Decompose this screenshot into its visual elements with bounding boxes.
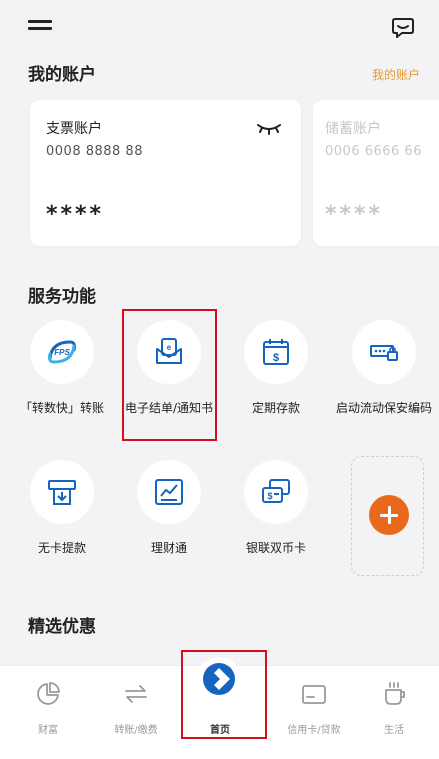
service-wealth-connect[interactable]: 理财通 bbox=[115, 460, 223, 557]
nav-item-credit-card-loan[interactable]: 信用卡/贷款 bbox=[270, 666, 358, 741]
fps-icon: FPS bbox=[30, 320, 94, 384]
hamburger-menu-icon[interactable] bbox=[28, 20, 52, 34]
time-deposit-icon: $ bbox=[244, 320, 308, 384]
nav-item-lifestyle[interactable]: 生活 bbox=[350, 666, 438, 741]
service-label: 银联双币卡 bbox=[245, 541, 306, 555]
svg-text:$: $ bbox=[267, 491, 272, 501]
account-balance: **** bbox=[46, 202, 105, 227]
svg-text:$: $ bbox=[273, 352, 279, 364]
account-balance: **** bbox=[325, 202, 384, 227]
nav-label: 生活 bbox=[384, 725, 404, 736]
account-card-current[interactable]: 支票账户 0008 8888 88 **** bbox=[30, 100, 301, 246]
security-code-icon bbox=[352, 320, 416, 384]
top-bar bbox=[0, 0, 439, 50]
account-name: 储蓄账户 bbox=[325, 121, 381, 137]
service-cardless-withdrawal[interactable]: 无卡提款 bbox=[8, 460, 116, 557]
app-screen: 我的账户 我的账户 支票账户 0008 8888 88 **** 储蓄账户 00… bbox=[0, 0, 439, 759]
service-mobile-security-code[interactable]: 启动流动保安编码 bbox=[330, 320, 438, 417]
account-number: 0008 8888 88 bbox=[46, 144, 143, 159]
hide-balance-eye-icon[interactable] bbox=[256, 120, 282, 135]
account-card-savings[interactable]: 储蓄账户 0006 6666 66 **** bbox=[313, 100, 439, 246]
chat-bubble-icon[interactable] bbox=[391, 16, 415, 40]
wealth-connect-icon bbox=[137, 460, 201, 524]
account-number: 0006 6666 66 bbox=[325, 144, 422, 159]
service-label: 理财通 bbox=[150, 541, 187, 555]
service-label: 启动流动保安编码 bbox=[335, 401, 432, 415]
nav-label: 转账/缴费 bbox=[114, 725, 158, 736]
plus-icon[interactable] bbox=[369, 495, 409, 535]
service-label: 无卡提款 bbox=[37, 541, 86, 555]
unionpay-card-icon: $ bbox=[244, 460, 308, 524]
highlight-box-e-statement bbox=[122, 309, 217, 441]
promotions-section-title: 精选优惠 bbox=[28, 617, 96, 637]
account-name: 支票账户 bbox=[46, 121, 102, 137]
services-section-title: 服务功能 bbox=[28, 287, 96, 307]
accounts-section-title: 我的账户 bbox=[28, 65, 96, 85]
nav-item-wealth[interactable]: 财富 bbox=[4, 666, 92, 741]
svg-text:FPS: FPS bbox=[54, 348, 70, 357]
service-unionpay-dual-currency-card[interactable]: $ 银联双币卡 bbox=[222, 460, 330, 557]
nav-item-transfer-payment[interactable]: 转账/缴费 bbox=[92, 666, 180, 741]
service-fps-transfer[interactable]: FPS 「转数快」转账 bbox=[8, 320, 116, 417]
highlight-box-home bbox=[181, 650, 267, 739]
cup-icon bbox=[380, 680, 408, 708]
add-service-slot[interactable] bbox=[351, 456, 424, 576]
pie-chart-icon bbox=[34, 680, 62, 708]
bottom-safe-area bbox=[0, 740, 439, 759]
service-label: 定期存款 bbox=[251, 401, 300, 415]
my-accounts-link[interactable]: 我的账户 bbox=[372, 66, 420, 83]
service-label: 「转数快」转账 bbox=[19, 401, 104, 415]
credit-card-icon bbox=[300, 680, 328, 708]
service-time-deposit[interactable]: $ 定期存款 bbox=[222, 320, 330, 417]
transfer-arrows-icon bbox=[122, 680, 150, 708]
cardless-withdrawal-icon bbox=[30, 460, 94, 524]
nav-label: 信用卡/贷款 bbox=[287, 725, 341, 736]
nav-label: 财富 bbox=[38, 725, 58, 736]
